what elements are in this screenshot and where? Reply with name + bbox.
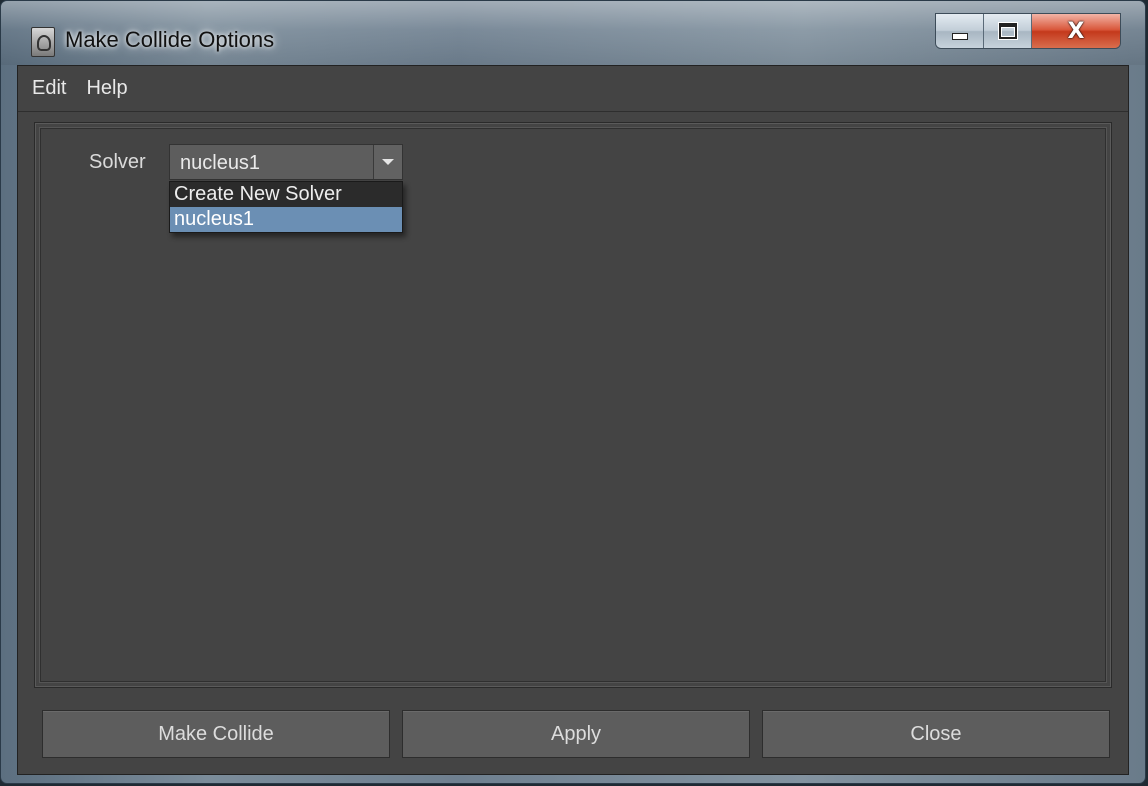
minimize-button[interactable] xyxy=(936,14,984,48)
client-area: Edit Help Solver nucleus1 Create New Sol… xyxy=(17,65,1129,775)
maximize-button[interactable] xyxy=(984,14,1032,48)
dropdown-option-create-new-solver[interactable]: Create New Solver xyxy=(170,182,402,207)
solver-dropdown-list: Create New Solver nucleus1 xyxy=(169,181,403,233)
menu-edit[interactable]: Edit xyxy=(32,77,66,100)
maya-app-icon[interactable] xyxy=(31,27,55,57)
menu-help[interactable]: Help xyxy=(86,77,127,100)
close-window-button[interactable]: X xyxy=(1032,14,1120,48)
close-button[interactable]: Close xyxy=(762,710,1110,758)
dropdown-option-nucleus1[interactable]: nucleus1 xyxy=(170,207,402,232)
apply-button[interactable]: Apply xyxy=(402,710,750,758)
window-title: Make Collide Options xyxy=(65,27,275,52)
minimize-icon xyxy=(951,32,968,40)
title-bar[interactable]: Make Collide Options X xyxy=(1,1,1145,65)
make-collide-button[interactable]: Make Collide xyxy=(42,710,390,758)
caption-buttons: X xyxy=(935,13,1121,49)
maximize-icon xyxy=(998,23,1017,39)
solver-dropdown[interactable]: nucleus1 xyxy=(169,144,403,180)
action-button-row: Make Collide Apply Close xyxy=(42,710,1110,758)
solver-label: Solver xyxy=(89,151,146,173)
options-panel-inner: Solver nucleus1 Create New Solver nucleu… xyxy=(40,128,1106,682)
menu-bar: Edit Help xyxy=(18,66,1128,112)
solver-selected-value: nucleus1 xyxy=(180,152,261,174)
options-panel: Solver nucleus1 Create New Solver nucleu… xyxy=(34,122,1112,688)
close-icon: X xyxy=(1067,18,1085,44)
chevron-down-icon[interactable] xyxy=(373,145,402,179)
make-collide-options-window: Make Collide Options X Edit Help Solver … xyxy=(0,0,1146,784)
